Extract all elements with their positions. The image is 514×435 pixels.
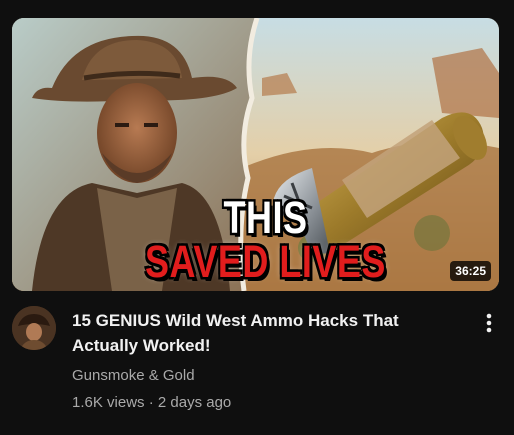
meta-separator: · [148,394,154,411]
video-thumbnail[interactable]: THIS SAVED LIVES 36:25 [12,18,499,291]
thumbnail-headline-line2: SAVED LIVES [145,235,386,287]
more-vert-icon [486,313,492,333]
duration-badge: 36:25 [450,261,491,281]
channel-avatar[interactable] [12,306,56,350]
video-title[interactable]: 15 GENIUS Wild West Ammo Hacks That Actu… [72,308,452,358]
avatar-image [12,306,56,350]
view-count: 1.6K views [72,394,145,411]
thumbnail-headline-line1: THIS [223,191,308,243]
more-options-button[interactable] [472,306,506,340]
video-metadata: 1.6K views · 2 days ago [72,393,231,413]
upload-age: 2 days ago [157,394,232,411]
channel-name[interactable]: Gunsmoke & Gold [72,366,195,386]
